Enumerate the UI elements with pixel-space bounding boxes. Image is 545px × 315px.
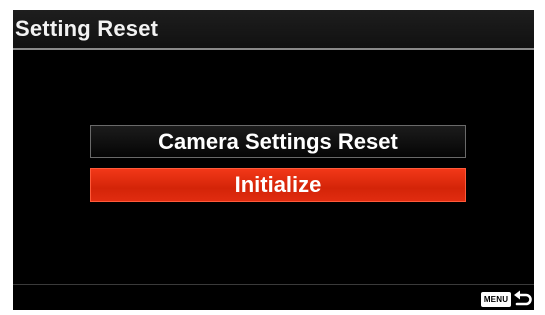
initialize-button[interactable]: Initialize xyxy=(90,168,466,202)
footer-divider xyxy=(13,284,534,285)
camera-settings-reset-button[interactable]: Camera Settings Reset xyxy=(90,125,466,158)
camera-screen: Setting Reset Camera Settings Reset Init… xyxy=(13,10,534,310)
menu-key-badge: MENU xyxy=(481,292,511,307)
header-bar: Setting Reset xyxy=(13,10,534,50)
return-arrow-icon[interactable] xyxy=(513,289,533,309)
page-title: Setting Reset xyxy=(15,16,159,41)
